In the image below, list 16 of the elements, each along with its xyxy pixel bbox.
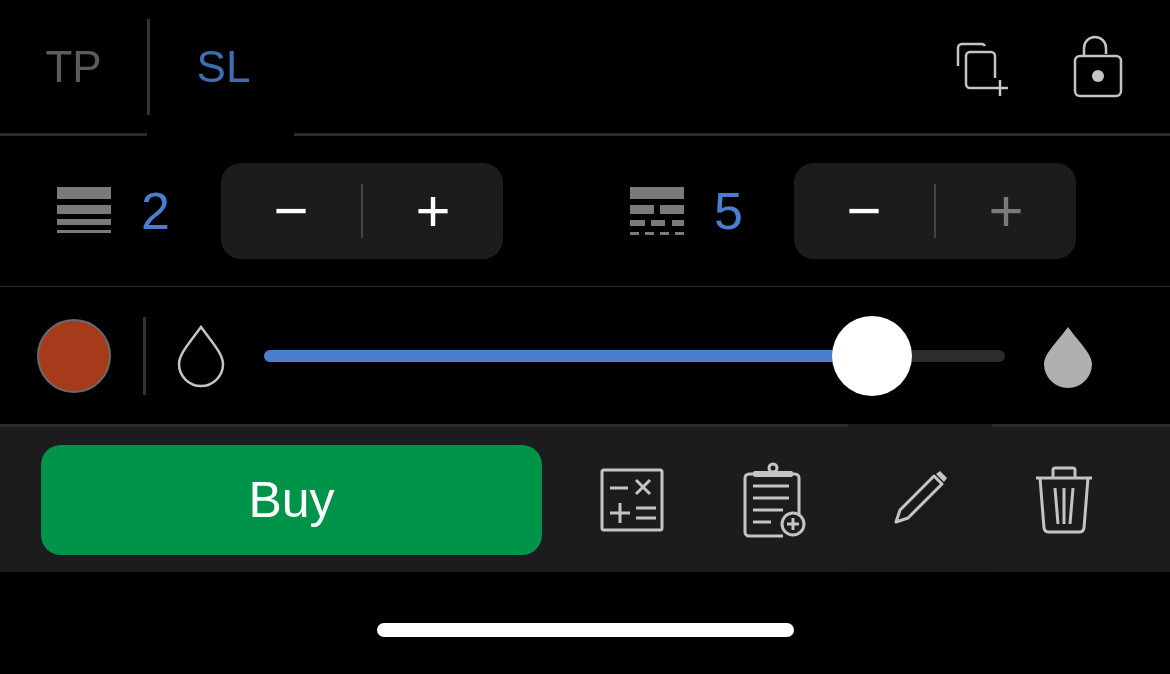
unlocked-lock-icon[interactable] — [1072, 33, 1124, 100]
decrement-button[interactable]: − — [221, 163, 361, 259]
stepper-value: 5 — [714, 181, 744, 241]
pencil-icon — [892, 470, 948, 526]
dash-style-icon — [630, 187, 684, 235]
line-weight-icon — [57, 187, 111, 235]
outline-drop-icon — [176, 323, 226, 388]
decrement-button[interactable]: − — [794, 163, 934, 259]
tab[interactable]: TP — [0, 18, 147, 115]
trash-icon — [1035, 465, 1093, 534]
buy-button[interactable]: Buy — [41, 444, 542, 555]
toolbar-button[interactable] — [848, 424, 992, 572]
stepper-value: 2 — [141, 181, 171, 241]
calculator-icon — [600, 467, 664, 532]
tab[interactable]: SL — [150, 18, 297, 115]
increment-button[interactable]: + — [363, 163, 503, 259]
